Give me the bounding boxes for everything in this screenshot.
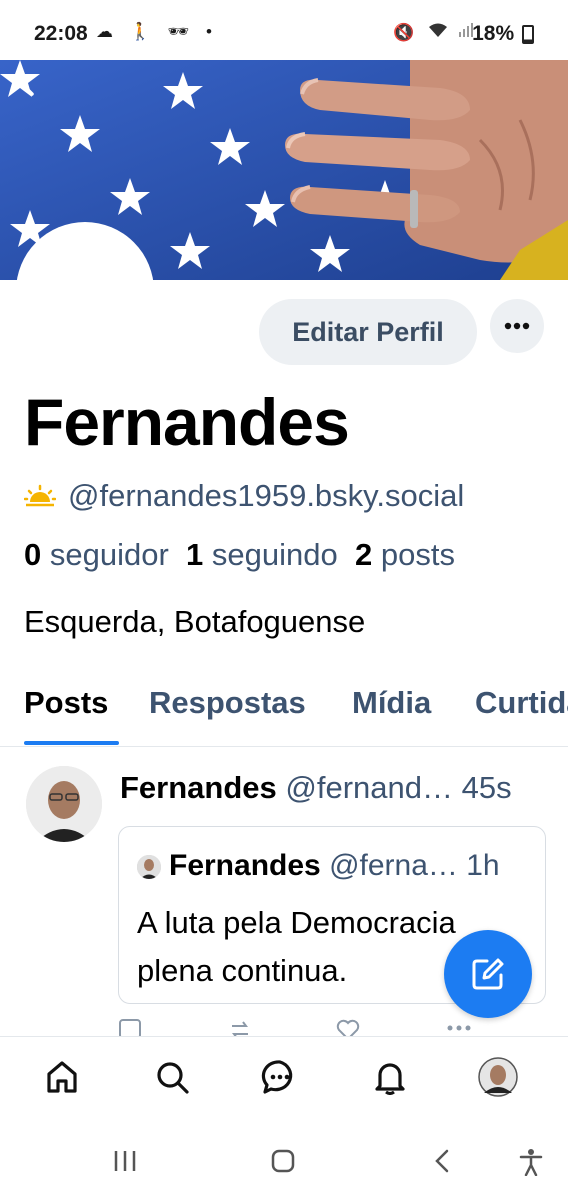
post-more-icon[interactable] bbox=[446, 1018, 472, 1036]
status-bar: 22:08 ☁ 🚶 🕶 • 🔇 18% bbox=[0, 0, 568, 60]
active-tab-indicator bbox=[24, 741, 119, 745]
nav-profile[interactable] bbox=[478, 1057, 518, 1097]
bottom-nav bbox=[0, 1036, 568, 1127]
edit-profile-button[interactable]: Editar Perfil bbox=[259, 299, 477, 365]
home-square-icon bbox=[271, 1149, 295, 1173]
chat-icon bbox=[261, 1060, 293, 1094]
quote-header: Fernandes @ferna… 1h bbox=[169, 849, 500, 883]
quote-author: Fernandes bbox=[169, 849, 321, 882]
tab-midia[interactable]: Mídia bbox=[352, 685, 431, 721]
status-left-icons: ☁ 🚶 🕶 • bbox=[96, 22, 218, 42]
post-actions bbox=[118, 1018, 544, 1036]
nav-home[interactable] bbox=[42, 1057, 82, 1097]
home-icon bbox=[47, 1061, 77, 1093]
nav-search[interactable] bbox=[152, 1057, 192, 1097]
profile-avatar-icon bbox=[478, 1057, 518, 1097]
compose-icon bbox=[472, 958, 504, 990]
system-navigation-bar bbox=[0, 1126, 568, 1200]
battery-level: 18% bbox=[472, 22, 534, 46]
accessibility-icon bbox=[519, 1149, 543, 1177]
compose-button[interactable] bbox=[444, 930, 532, 1018]
profile-name: Fernandes bbox=[24, 385, 350, 459]
battery-icon bbox=[522, 24, 534, 44]
wifi-icon bbox=[427, 23, 458, 42]
tab-posts[interactable]: Posts bbox=[24, 685, 108, 721]
back-button[interactable] bbox=[14, 70, 44, 100]
profile-tabs: Posts Respostas Mídia Curtidas bbox=[0, 680, 568, 747]
recent-apps-icon bbox=[114, 1151, 136, 1171]
profile-bio: Esquerda, Botafoguense bbox=[24, 604, 366, 639]
profile-handle-row: @fernandes1959.bsky.social bbox=[24, 478, 464, 514]
tab-curtidas[interactable]: Curtidas bbox=[475, 685, 568, 721]
mute-icon: 🔇 bbox=[393, 23, 419, 42]
search-icon bbox=[157, 1062, 189, 1094]
post-avatar[interactable] bbox=[26, 766, 102, 842]
ellipsis-icon bbox=[504, 322, 530, 330]
profile-counts: 0 seguidor 1 seguindo 2 posts bbox=[24, 537, 455, 573]
status-time: 22:08 bbox=[34, 22, 88, 45]
profile-handle[interactable]: @fernandes1959.bsky.social bbox=[68, 478, 464, 514]
sunrise-icon bbox=[24, 484, 56, 507]
recent-apps-button[interactable] bbox=[112, 1148, 138, 1179]
status-right-icons: 🔇 bbox=[393, 22, 474, 43]
incognito-icon: 🕶 bbox=[167, 22, 196, 41]
accessibility-button[interactable] bbox=[518, 1148, 544, 1181]
post-handle[interactable]: @fernand… bbox=[285, 770, 453, 805]
nav-notifications[interactable] bbox=[370, 1057, 410, 1097]
more-options-button[interactable] bbox=[490, 299, 544, 353]
bell-icon bbox=[375, 1063, 405, 1095]
chevron-left-icon bbox=[21, 74, 34, 96]
avatar-photo bbox=[26, 766, 102, 842]
reply-icon[interactable] bbox=[118, 1018, 142, 1036]
back-system-button[interactable] bbox=[430, 1148, 456, 1179]
post-time: 45s bbox=[461, 770, 512, 805]
quote-time: 1h bbox=[466, 849, 500, 882]
nav-chat[interactable] bbox=[260, 1057, 300, 1097]
quote-handle: @ferna… bbox=[329, 849, 458, 882]
home-system-button[interactable] bbox=[270, 1148, 296, 1179]
walking-icon: 🚶 bbox=[129, 22, 157, 41]
back-arrow-icon bbox=[435, 1149, 449, 1173]
profile-avatar[interactable] bbox=[16, 222, 154, 360]
tab-respostas[interactable]: Respostas bbox=[149, 685, 306, 721]
posts-count: 2 posts bbox=[354, 537, 455, 572]
repost-icon[interactable] bbox=[228, 1018, 252, 1036]
post-header: Fernandes @fernand… 45s bbox=[120, 770, 512, 806]
following-link[interactable]: 1 seguindo bbox=[186, 537, 338, 572]
dot-icon: • bbox=[205, 22, 218, 41]
quote-avatar bbox=[137, 855, 161, 879]
followers-link[interactable]: 0 seguidor bbox=[24, 537, 169, 572]
post-author[interactable]: Fernandes bbox=[120, 770, 277, 805]
cloud-icon: ☁ bbox=[96, 22, 119, 41]
like-icon[interactable] bbox=[336, 1018, 360, 1036]
